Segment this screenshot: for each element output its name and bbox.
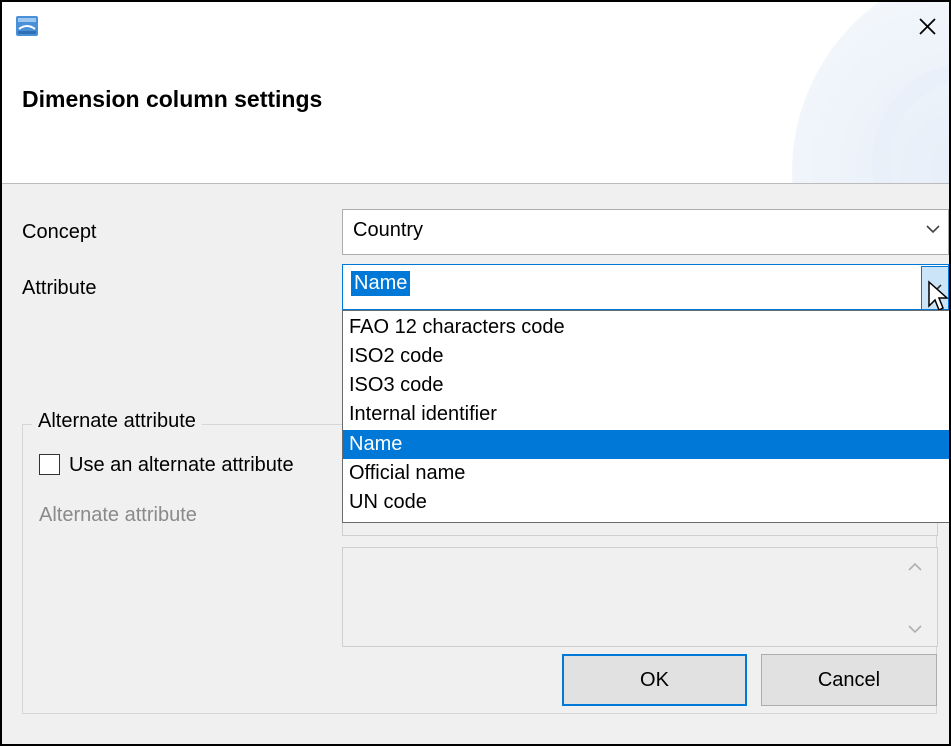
dropdown-option-selected[interactable]: Name <box>343 430 949 459</box>
dropdown-option[interactable]: FAO 12 characters code <box>343 313 949 342</box>
chevron-down-icon[interactable] <box>906 622 924 636</box>
attribute-combo[interactable]: Name <box>342 264 949 310</box>
concept-combo[interactable]: Country <box>342 209 949 255</box>
dialog-window: Dimension column settings Concept Countr… <box>0 0 951 746</box>
use-alternate-checkbox[interactable] <box>39 454 60 475</box>
dropdown-option[interactable]: Internal identifier <box>343 400 949 429</box>
chevron-down-icon <box>926 225 940 234</box>
concept-value: Country <box>353 219 424 241</box>
dropdown-option[interactable]: ISO3 code <box>343 371 949 400</box>
chevron-up-icon[interactable] <box>906 560 924 574</box>
attribute-label: Attribute <box>22 277 97 299</box>
mouse-cursor-icon <box>928 280 949 312</box>
attribute-dropdown-list: FAO 12 characters code ISO2 code ISO3 co… <box>342 310 949 523</box>
attribute-selected-value: Name <box>351 271 411 296</box>
alternate-group-legend: Alternate attribute <box>32 410 202 433</box>
use-alternate-label[interactable]: Use an alternate attribute <box>69 454 294 477</box>
alternate-attribute-list <box>342 547 938 647</box>
dropdown-option[interactable]: Official name <box>343 459 949 488</box>
cancel-button[interactable]: Cancel <box>761 654 937 706</box>
dropdown-option[interactable]: ISO2 code <box>343 342 949 371</box>
app-window-icon <box>16 16 38 36</box>
concept-label: Concept <box>22 221 97 243</box>
dialog-header: Dimension column settings <box>2 2 949 184</box>
close-icon[interactable] <box>910 12 944 42</box>
dialog-title: Dimension column settings <box>22 86 323 112</box>
dropdown-option[interactable]: UN code <box>343 488 949 517</box>
ok-button[interactable]: OK <box>562 654 747 706</box>
alternate-attribute-label: Alternate attribute <box>39 504 197 526</box>
